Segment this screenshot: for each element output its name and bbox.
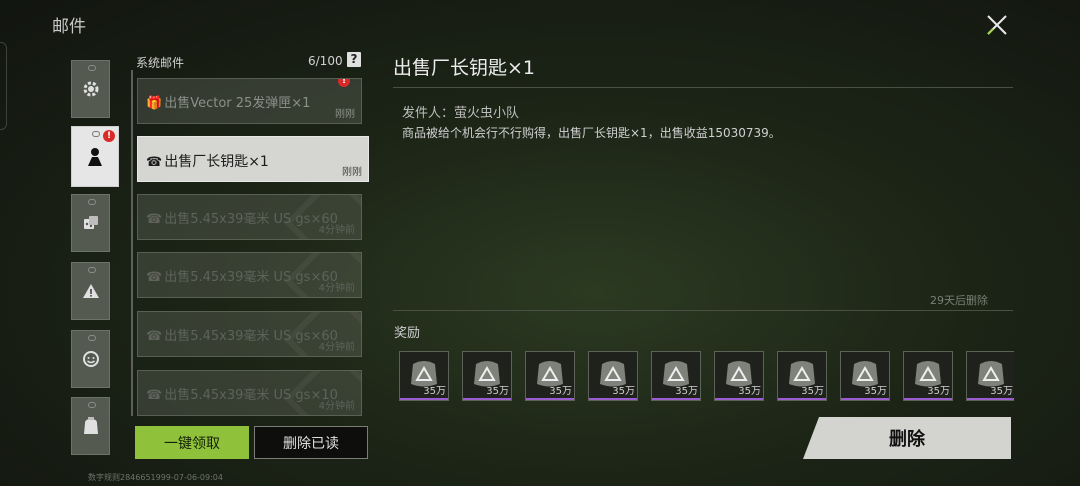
phone-icon: ☎ <box>146 270 163 285</box>
mail-item[interactable]: ☎ 出售5.45x39毫米 US gs×60 4分钟前 <box>137 194 362 240</box>
mail-time: 刚刚 <box>335 109 355 120</box>
reward-qty: 35万 <box>990 386 1013 397</box>
reward-qty: 35万 <box>927 386 950 397</box>
close-button[interactable] <box>982 10 1012 40</box>
bag-icon <box>83 417 98 434</box>
gear-icon <box>83 81 98 97</box>
sender-line: 发件人：萤火虫小队 <box>402 102 519 121</box>
rewards-row: 35万 35万 35万 35万 35万 35万 35万 35万 35万 35万 <box>399 351 1014 403</box>
reward-item[interactable]: 35万 <box>966 351 1014 401</box>
reward-qty: 35万 <box>423 386 446 397</box>
close-icon <box>987 15 1007 35</box>
category-tab-trade[interactable]: ! <box>71 126 119 187</box>
rewards-label: 奖励 <box>394 326 421 341</box>
mail-item[interactable]: ☎ 出售5.45x39毫米 US gs×60 4分钟前 <box>137 252 362 298</box>
reward-item[interactable]: 35万 <box>840 351 890 401</box>
smile-icon <box>82 351 99 367</box>
phone-icon: ☎ <box>146 388 163 403</box>
mail-item[interactable]: ☎ 出售5.45x39毫米 US gs×60 4分钟前 <box>137 311 362 357</box>
reward-item[interactable]: 35万 <box>588 351 638 401</box>
phone-icon: ☎ <box>146 155 163 170</box>
delete-read-button[interactable]: 删除已读 <box>254 426 368 459</box>
reward-qty: 35万 <box>801 386 824 397</box>
dice-icon <box>83 216 98 229</box>
mail-time: 4分钟前 <box>318 283 355 294</box>
mail-subject: 出售5.45x39毫米 US gs×10 <box>164 388 338 403</box>
reward-qty: 35万 <box>549 386 572 397</box>
reward-item[interactable]: 35万 <box>651 351 701 401</box>
phone-icon: ☎ <box>146 329 163 344</box>
mail-subject: 出售5.45x39毫米 US gs×60 <box>164 212 338 227</box>
mail-item[interactable]: ☎ 出售5.45x39毫米 US gs×10 4分钟前 <box>137 370 362 416</box>
sender-name: 萤火虫小队 <box>454 106 520 121</box>
mail-time: 4分钟前 <box>318 342 355 353</box>
gift-icon: 🎁 <box>146 96 163 111</box>
help-icon[interactable]: ? <box>347 52 361 67</box>
reward-qty: 35万 <box>738 386 761 397</box>
mail-list-title: 系统邮件 <box>136 56 185 70</box>
expire-notice: 29天后删除 <box>930 294 988 307</box>
side-edge-tab[interactable] <box>0 42 7 130</box>
divider <box>393 310 1013 311</box>
reward-item[interactable]: 35万 <box>777 351 827 401</box>
category-tab-notice[interactable] <box>71 262 110 320</box>
page-title: 邮件 <box>52 17 86 37</box>
warning-icon <box>82 284 99 298</box>
divider <box>393 87 1013 88</box>
mail-count: 6/100 <box>308 54 343 68</box>
footer-text: 数字规则2846651999-07-06-09:04 <box>88 473 223 482</box>
mail-subject: 出售厂长钥匙×1 <box>164 154 269 170</box>
category-tab-friends[interactable] <box>71 330 110 388</box>
reward-item[interactable]: 35万 <box>903 351 953 401</box>
reward-qty: 35万 <box>486 386 509 397</box>
mail-subject: 出售Vector 25发弹匣×1 <box>164 96 311 111</box>
reward-item[interactable]: 35万 <box>525 351 575 401</box>
mail-item-selected[interactable]: ☎ 出售厂长钥匙×1 刚刚 <box>137 136 369 182</box>
reward-qty: 35万 <box>612 386 635 397</box>
mail-time: 4分钟前 <box>318 225 355 236</box>
claim-all-button[interactable]: 一键领取 <box>135 426 249 459</box>
mail-item[interactable]: ! 🎁 出售Vector 25发弹匣×1 刚刚 <box>137 78 362 124</box>
reward-item[interactable]: 35万 <box>714 351 764 401</box>
mail-subject: 出售5.45x39毫米 US gs×60 <box>164 270 338 285</box>
category-tab-system[interactable] <box>71 60 110 118</box>
mail-detail-title: 出售厂长钥匙×1 <box>393 57 536 79</box>
list-divider <box>131 70 133 416</box>
sender-label: 发件人： <box>402 106 455 121</box>
reward-qty: 35万 <box>864 386 887 397</box>
category-tab-activity[interactable] <box>71 194 110 252</box>
reward-item[interactable]: 35万 <box>462 351 512 401</box>
reward-qty: 35万 <box>675 386 698 397</box>
user-card-icon <box>88 147 102 166</box>
reward-item[interactable]: 35万 <box>399 351 449 401</box>
unread-badge: ! <box>338 79 350 87</box>
category-tab-storage[interactable] <box>71 397 110 455</box>
phone-icon: ☎ <box>146 212 163 227</box>
mail-time: 4分钟前 <box>318 401 355 412</box>
delete-button[interactable]: 删除 <box>803 417 1011 459</box>
mail-body: 商品被给个机会行不行购得，出售厂长钥匙×1，出售收益15030739。 <box>402 126 781 140</box>
mail-subject: 出售5.45x39毫米 US gs×60 <box>164 329 338 344</box>
mail-time: 刚刚 <box>342 167 362 178</box>
unread-badge: ! <box>103 130 115 142</box>
